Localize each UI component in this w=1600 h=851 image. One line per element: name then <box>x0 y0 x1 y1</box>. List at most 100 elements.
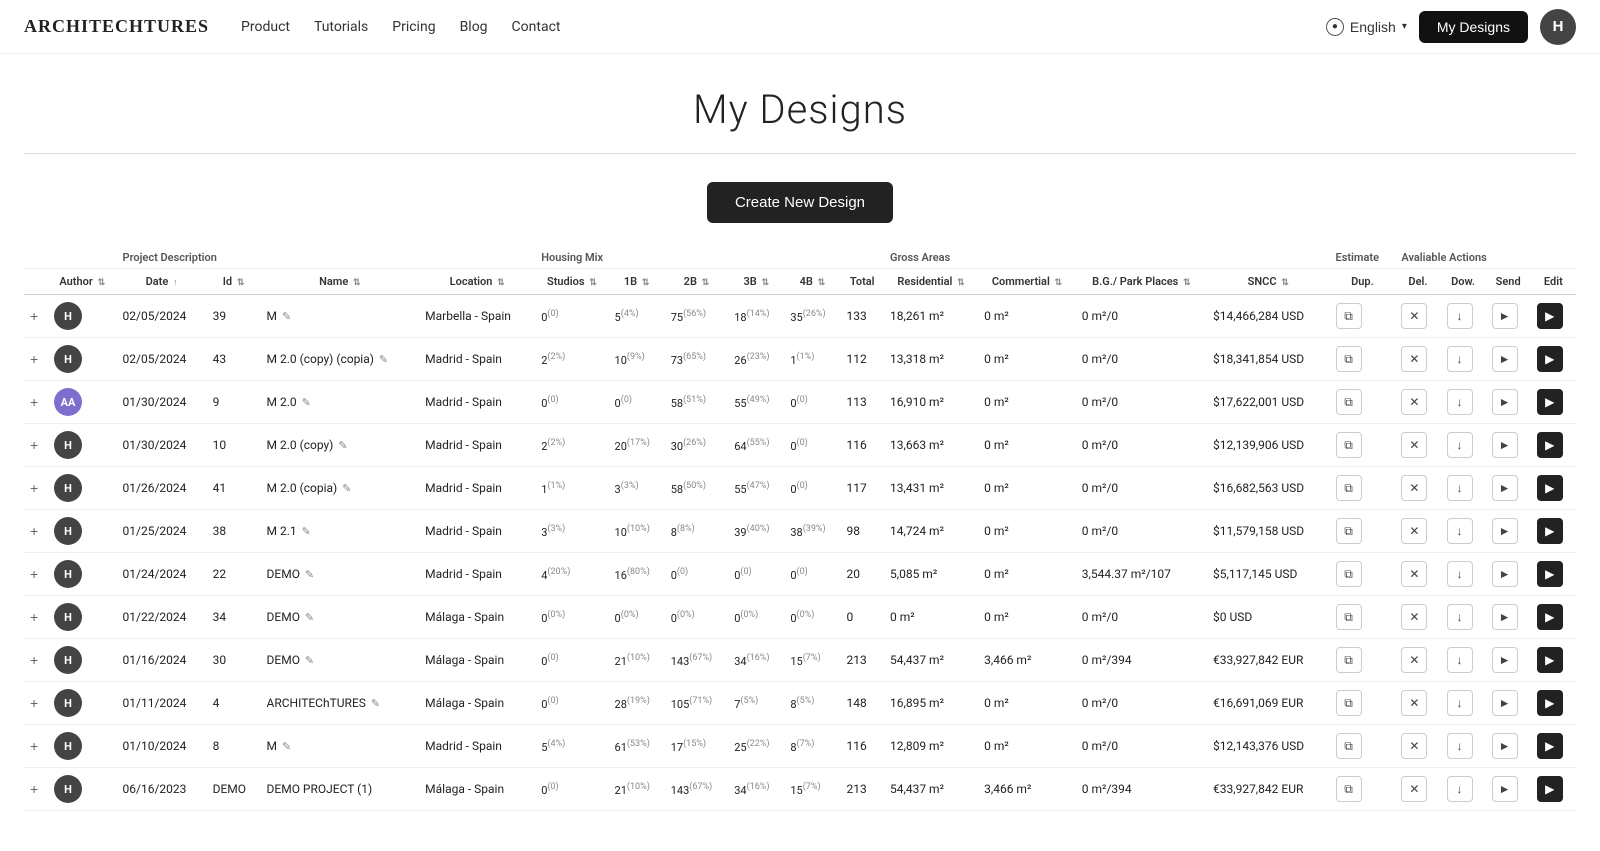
nav-link-pricing[interactable]: Pricing <box>392 19 435 35</box>
nav-link-product[interactable]: Product <box>241 19 290 35</box>
delete-button[interactable]: ✕ <box>1401 690 1427 716</box>
edit-cell[interactable]: ▶ <box>1531 725 1576 768</box>
dow-cell[interactable]: ↓ <box>1441 381 1486 424</box>
inline-edit-icon[interactable]: ✎ <box>342 482 351 495</box>
send-button[interactable]: ► <box>1492 604 1518 630</box>
dow-cell[interactable]: ↓ <box>1441 424 1486 467</box>
delete-button[interactable]: ✕ <box>1401 432 1427 458</box>
edit-play-button[interactable]: ▶ <box>1537 647 1563 673</box>
duplicate-button[interactable]: ⧉ <box>1336 518 1362 544</box>
col-sncc[interactable]: SNCC ⇅ <box>1207 269 1330 295</box>
create-new-design-button[interactable]: Create New Design <box>707 182 893 223</box>
col-author[interactable]: Author ⇅ <box>48 269 117 295</box>
edit-play-button[interactable]: ▶ <box>1537 690 1563 716</box>
dup-cell[interactable]: ⧉ <box>1330 725 1396 768</box>
download-button[interactable]: ↓ <box>1447 604 1473 630</box>
delete-button[interactable]: ✕ <box>1401 303 1427 329</box>
download-button[interactable]: ↓ <box>1447 776 1473 802</box>
expand-button[interactable]: + <box>30 351 38 367</box>
del-cell[interactable]: ✕ <box>1395 381 1440 424</box>
del-cell[interactable]: ✕ <box>1395 553 1440 596</box>
col-3b[interactable]: 3B ⇅ <box>728 269 784 295</box>
expand-button[interactable]: + <box>30 566 38 582</box>
dup-cell[interactable]: ⧉ <box>1330 424 1396 467</box>
download-button[interactable]: ↓ <box>1447 389 1473 415</box>
send-button[interactable]: ► <box>1492 303 1518 329</box>
expand-cell[interactable]: + <box>24 467 48 510</box>
del-cell[interactable]: ✕ <box>1395 295 1440 338</box>
del-cell[interactable]: ✕ <box>1395 682 1440 725</box>
send-button[interactable]: ► <box>1492 561 1518 587</box>
user-avatar-button[interactable]: H <box>1540 9 1576 45</box>
dup-cell[interactable]: ⧉ <box>1330 596 1396 639</box>
dow-cell[interactable]: ↓ <box>1441 338 1486 381</box>
send-button[interactable]: ► <box>1492 690 1518 716</box>
nav-link-blog[interactable]: Blog <box>460 19 488 35</box>
dow-cell[interactable]: ↓ <box>1441 682 1486 725</box>
duplicate-button[interactable]: ⧉ <box>1336 604 1362 630</box>
download-button[interactable]: ↓ <box>1447 475 1473 501</box>
send-cell[interactable]: ► <box>1486 424 1531 467</box>
duplicate-button[interactable]: ⧉ <box>1336 647 1362 673</box>
inline-edit-icon[interactable]: ✎ <box>282 310 291 323</box>
edit-cell[interactable]: ▶ <box>1531 553 1576 596</box>
col-id[interactable]: Id ⇅ <box>207 269 261 295</box>
col-residential[interactable]: Residential ⇅ <box>884 269 978 295</box>
send-cell[interactable]: ► <box>1486 467 1531 510</box>
send-button[interactable]: ► <box>1492 475 1518 501</box>
edit-play-button[interactable]: ▶ <box>1537 432 1563 458</box>
col-1b[interactable]: 1B ⇅ <box>609 269 665 295</box>
duplicate-button[interactable]: ⧉ <box>1336 346 1362 372</box>
download-button[interactable]: ↓ <box>1447 346 1473 372</box>
send-cell[interactable]: ► <box>1486 682 1531 725</box>
dup-cell[interactable]: ⧉ <box>1330 639 1396 682</box>
send-button[interactable]: ► <box>1492 346 1518 372</box>
send-cell[interactable]: ► <box>1486 725 1531 768</box>
delete-button[interactable]: ✕ <box>1401 475 1427 501</box>
language-selector[interactable]: ● English ▾ <box>1326 18 1407 36</box>
edit-play-button[interactable]: ▶ <box>1537 389 1563 415</box>
delete-button[interactable]: ✕ <box>1401 733 1427 759</box>
dow-cell[interactable]: ↓ <box>1441 768 1486 811</box>
send-button[interactable]: ► <box>1492 733 1518 759</box>
duplicate-button[interactable]: ⧉ <box>1336 432 1362 458</box>
expand-button[interactable]: + <box>30 738 38 754</box>
dow-cell[interactable]: ↓ <box>1441 596 1486 639</box>
send-button[interactable]: ► <box>1492 518 1518 544</box>
edit-play-button[interactable]: ▶ <box>1537 518 1563 544</box>
dup-cell[interactable]: ⧉ <box>1330 295 1396 338</box>
download-button[interactable]: ↓ <box>1447 518 1473 544</box>
edit-cell[interactable]: ▶ <box>1531 295 1576 338</box>
edit-cell[interactable]: ▶ <box>1531 381 1576 424</box>
duplicate-button[interactable]: ⧉ <box>1336 690 1362 716</box>
edit-play-button[interactable]: ▶ <box>1537 475 1563 501</box>
expand-button[interactable]: + <box>30 480 38 496</box>
col-location[interactable]: Location ⇅ <box>419 269 535 295</box>
inline-edit-icon[interactable]: ✎ <box>302 525 311 538</box>
send-button[interactable]: ► <box>1492 389 1518 415</box>
edit-play-button[interactable]: ▶ <box>1537 346 1563 372</box>
duplicate-button[interactable]: ⧉ <box>1336 776 1362 802</box>
inline-edit-icon[interactable]: ✎ <box>371 697 380 710</box>
expand-cell[interactable]: + <box>24 381 48 424</box>
send-cell[interactable]: ► <box>1486 553 1531 596</box>
delete-button[interactable]: ✕ <box>1401 604 1427 630</box>
inline-edit-icon[interactable]: ✎ <box>305 654 314 667</box>
expand-cell[interactable]: + <box>24 596 48 639</box>
my-designs-nav-button[interactable]: My Designs <box>1419 11 1528 43</box>
del-cell[interactable]: ✕ <box>1395 639 1440 682</box>
send-cell[interactable]: ► <box>1486 639 1531 682</box>
expand-cell[interactable]: + <box>24 338 48 381</box>
duplicate-button[interactable]: ⧉ <box>1336 561 1362 587</box>
duplicate-button[interactable]: ⧉ <box>1336 389 1362 415</box>
del-cell[interactable]: ✕ <box>1395 424 1440 467</box>
delete-button[interactable]: ✕ <box>1401 776 1427 802</box>
download-button[interactable]: ↓ <box>1447 561 1473 587</box>
dup-cell[interactable]: ⧉ <box>1330 467 1396 510</box>
delete-button[interactable]: ✕ <box>1401 647 1427 673</box>
inline-edit-icon[interactable]: ✎ <box>302 396 311 409</box>
col-2b[interactable]: 2B ⇅ <box>665 269 728 295</box>
expand-cell[interactable]: + <box>24 553 48 596</box>
col-name[interactable]: Name ⇅ <box>261 269 420 295</box>
send-button[interactable]: ► <box>1492 776 1518 802</box>
